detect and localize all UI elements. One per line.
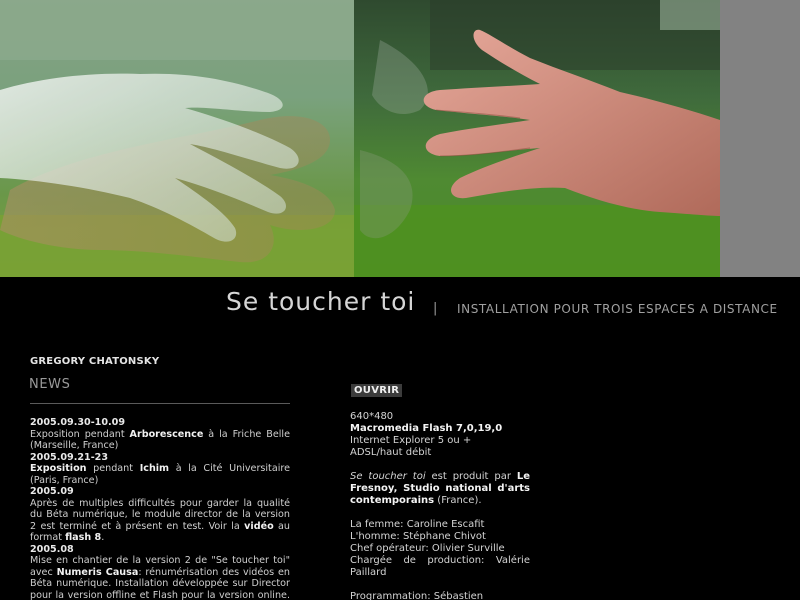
credit-line: La femme: Caroline Escafit <box>350 519 485 530</box>
author-name: GREGORY CHATONSKY <box>30 356 160 367</box>
hero-side-panel <box>720 0 800 277</box>
open-button[interactable]: OUVRIR <box>351 384 403 397</box>
news-item: 2005.09.21-23 Exposition pendant Ichim à… <box>30 452 290 487</box>
production-text: Se toucher toi est produit par Le Fresno… <box>350 471 530 506</box>
credit-line: Programmation: Sébastien <box>350 591 484 600</box>
news-link[interactable]: Arborescence <box>130 429 204 440</box>
news-item: 2005.09.30-10.09 Exposition pendant Arbo… <box>30 417 290 452</box>
hands-image <box>0 0 720 277</box>
page-title: Se toucher toi <box>226 287 416 316</box>
browser-text: Internet Explorer 5 ou + <box>350 435 472 446</box>
credit-line: Chargée de production: Valérie Paillard <box>350 555 530 578</box>
news-text: Mise en chantier de la version 2 de "Se … <box>30 555 290 600</box>
video-link[interactable]: vidéo <box>244 521 274 532</box>
news-heading: NEWS <box>29 377 71 392</box>
hero-image <box>0 0 720 277</box>
news-divider <box>30 403 290 404</box>
news-link[interactable]: Ichim <box>140 463 169 474</box>
news-date: 2005.09 <box>30 486 74 497</box>
news-text: Exposition pendant Arborescence à la Fri… <box>30 428 290 452</box>
news-text: Exposition pendant Ichim à la Cité Unive… <box>30 463 290 486</box>
news-text: Après de multiples difficultés pour gard… <box>30 497 290 544</box>
credit-line: Chef opérateur: Olivier Surville <box>350 543 505 554</box>
news-link[interactable]: Exposition <box>30 463 87 474</box>
news-item: 2005.09 Après de multiples difficultés p… <box>30 486 290 544</box>
requirements-credits: 640*480 Macromedia Flash 7,0,19,0 Intern… <box>350 411 530 600</box>
credit-line: L'homme: Stéphane Chivot <box>350 531 486 542</box>
news-list: 2005.09.30-10.09 Exposition pendant Arbo… <box>30 417 290 600</box>
connection-text: ADSL/haut débit <box>350 447 432 458</box>
page: Se toucher toi | INSTALLATION POUR TROIS… <box>0 0 800 600</box>
flash8-link[interactable]: flash 8 <box>65 532 101 543</box>
news-item: 2005.08 Mise en chantier de la version 2… <box>30 544 290 600</box>
news-date: 2005.08 <box>30 543 74 555</box>
title-separator: | <box>433 301 438 316</box>
resolution-text: 640*480 <box>350 411 394 422</box>
flash-plugin-text: Macromedia Flash 7,0,19,0 <box>350 423 503 434</box>
news-link[interactable]: Numeris Causa <box>57 567 139 578</box>
news-date: 2005.09.21-23 <box>30 451 109 463</box>
page-subtitle: INSTALLATION POUR TROIS ESPACES A DISTAN… <box>457 302 778 316</box>
news-date: 2005.09.30-10.09 <box>30 417 126 428</box>
